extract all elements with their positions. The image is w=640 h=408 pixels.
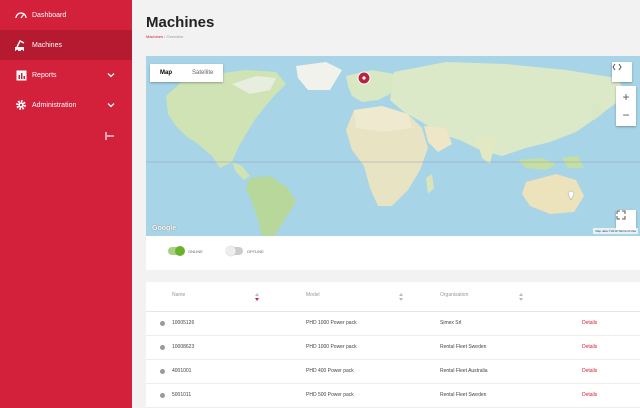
- cell-model: PHD 500 Power pack: [306, 392, 354, 398]
- status-dot: [160, 345, 165, 350]
- sidebar-item-label: Dashboard: [32, 11, 67, 19]
- table-row: 10005126 PHD 1000 Power pack Simex Srl D…: [146, 312, 640, 336]
- breadcrumb-current: / Overview: [164, 34, 184, 39]
- cell-name: 4001001: [172, 368, 192, 374]
- cell-name: 10005126: [172, 320, 195, 326]
- sidebar-item-label: Reports: [32, 71, 57, 79]
- details-link[interactable]: Details: [582, 320, 597, 326]
- sidebar: Dashboard Machines Reports Administratio…: [0, 0, 132, 408]
- status-dot: [160, 321, 165, 326]
- cell-organisation: Simex Srl: [440, 320, 462, 326]
- cell-model: PHD 400 Power pack: [306, 368, 354, 374]
- map-attribution[interactable]: Map data ©2019 Terms of Use: [593, 228, 638, 234]
- chevron-down-icon[interactable]: [106, 100, 116, 110]
- sidebar-item-label: Machines: [32, 41, 62, 49]
- cell-model: PHD 1000 Power pack: [306, 344, 357, 350]
- chevron-down-icon[interactable]: [106, 70, 116, 80]
- expand-icon: [616, 210, 626, 220]
- cell-organisation: Rental Fleet Australia: [440, 368, 488, 374]
- machines-table: Name Model Organisation 10005126 PHD 100…: [146, 282, 640, 408]
- map-card: Map Satellite + − Google Map data ©2019 …: [146, 56, 640, 270]
- tab-map[interactable]: Map: [150, 64, 182, 82]
- chart-icon: [14, 68, 28, 82]
- status-dot: [160, 369, 165, 374]
- google-logo: Google: [152, 225, 177, 232]
- details-link[interactable]: Details: [582, 344, 597, 350]
- table-row: 5001011 PHD 500 Power pack Rental Fleet …: [146, 384, 640, 408]
- world-map-graphic: [146, 62, 640, 236]
- cell-organisation: Rental Fleet Sweden: [440, 344, 487, 350]
- cell-name: 5001011: [172, 392, 192, 398]
- sidebar-item-dashboard[interactable]: Dashboard: [0, 0, 132, 30]
- details-link[interactable]: Details: [582, 392, 597, 398]
- zoom-controls: + −: [616, 86, 636, 126]
- sidebar-item-label: Administration: [32, 101, 77, 109]
- sidebar-item-administration[interactable]: Administration: [0, 90, 132, 120]
- cell-model: PHD 1000 Power pack: [306, 320, 357, 326]
- table-row: 4001001 PHD 400 Power pack Rental Fleet …: [146, 360, 640, 384]
- expand-map-button[interactable]: [616, 210, 636, 230]
- table-header: Name Model Organisation: [146, 282, 640, 312]
- table-row: 10008623 PHD 1000 Power pack Rental Flee…: [146, 336, 640, 360]
- sidebar-item-reports[interactable]: Reports: [0, 60, 132, 90]
- sort-icon[interactable]: [254, 292, 260, 302]
- online-toggle[interactable]: [168, 246, 185, 256]
- offline-toggle[interactable]: [225, 246, 243, 256]
- column-header-model[interactable]: Model: [306, 292, 320, 298]
- status-filter: ONLINE OFFLINE: [168, 244, 288, 258]
- gear-icon: [14, 98, 28, 112]
- column-header-organisation[interactable]: Organisation: [440, 292, 468, 298]
- sort-icon[interactable]: [518, 292, 524, 302]
- map-type-tabs: Map Satellite: [150, 64, 224, 82]
- gauge-icon: [14, 8, 28, 22]
- status-dot: [160, 393, 165, 398]
- breadcrumb-link[interactable]: Machines: [146, 34, 163, 39]
- code-brackets-icon: [612, 63, 622, 71]
- details-link[interactable]: Details: [582, 368, 597, 374]
- zoom-in-button[interactable]: +: [622, 88, 629, 106]
- cell-organisation: Rental Fleet Sweden: [440, 392, 487, 398]
- app-root: Dashboard Machines Reports Administratio…: [0, 0, 640, 408]
- collapse-sidebar-icon[interactable]: [104, 130, 116, 142]
- tab-satellite[interactable]: Satellite: [182, 64, 223, 82]
- world-map[interactable]: Map Satellite + − Google Map data ©2019 …: [146, 56, 640, 236]
- sidebar-item-machines[interactable]: Machines: [0, 30, 132, 60]
- offline-label: OFFLINE: [246, 248, 264, 254]
- page-title: Machines: [146, 14, 215, 31]
- machine-icon: [14, 38, 28, 52]
- zoom-out-button[interactable]: −: [622, 106, 629, 124]
- sort-icon[interactable]: [398, 292, 404, 302]
- fullscreen-toggle-button[interactable]: [612, 62, 632, 82]
- cell-name: 10008623: [172, 344, 195, 350]
- column-header-name[interactable]: Name: [172, 292, 185, 298]
- breadcrumb: Machines / Overview: [146, 34, 183, 39]
- main-content: Machines Machines / Overview Map Satelli…: [132, 0, 640, 408]
- online-label: ONLINE: [188, 248, 203, 254]
